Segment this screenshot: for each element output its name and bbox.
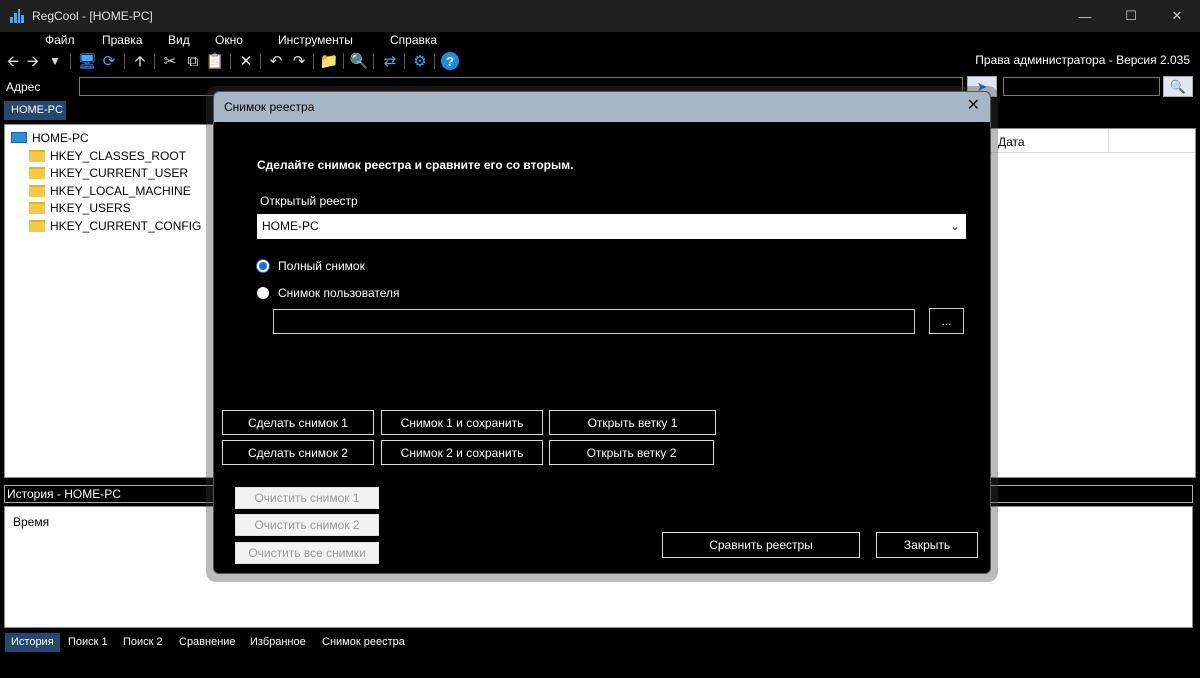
folder-icon: [29, 149, 45, 162]
tree-item-label: HKEY_CURRENT_USER: [50, 165, 189, 180]
copy-icon[interactable]: ⧉: [184, 52, 202, 70]
take-snapshot-1-button[interactable]: Сделать снимок 1: [222, 410, 374, 435]
cut-icon[interactable]: ✂: [161, 52, 179, 70]
menu-tools[interactable]: Инструменты: [278, 33, 353, 47]
tree-root-node[interactable]: HOME-PC: [11, 129, 89, 146]
folder-icon: [29, 166, 45, 179]
folder-icon: [29, 184, 45, 197]
folder-icon: [29, 219, 45, 232]
folder-icon: [29, 201, 45, 214]
radio-full-snapshot-label[interactable]: Полный снимок: [278, 259, 365, 273]
dropdown-icon[interactable]: ▼: [46, 52, 64, 70]
clear-all-snapshots-button[interactable]: Очистить все снимки: [235, 542, 379, 564]
menu-bar: Файл Правка Вид Окно Инструменты Справка: [0, 32, 1200, 50]
clear-snapshot-2-button[interactable]: Очистить снимок 2: [235, 514, 379, 536]
tree-item-hklm[interactable]: HKEY_LOCAL_MACHINE: [29, 182, 191, 199]
dialog-title: Снимок реестра: [224, 100, 315, 114]
tree-item-label: HKEY_LOCAL_MACHINE: [50, 183, 191, 198]
delete-icon[interactable]: ✕: [237, 52, 255, 70]
menu-help[interactable]: Справка: [390, 33, 437, 47]
forward-arrow-icon[interactable]: 🡪: [24, 52, 42, 70]
new-key-icon[interactable]: 📁: [320, 52, 339, 70]
radio-full-snapshot[interactable]: [257, 260, 269, 272]
app-logo-icon: [10, 9, 24, 23]
dialog-title-bar: Снимок реестра ✕: [214, 92, 990, 122]
chevron-down-icon: ⌄: [949, 219, 960, 233]
menu-view[interactable]: Вид: [168, 33, 190, 47]
dialog-heading: Сделайте снимок реестра и сравните его с…: [257, 158, 574, 172]
help-icon[interactable]: ?: [441, 52, 459, 70]
tree-item-label: HKEY_USERS: [50, 200, 131, 215]
tree-item-label: HKEY_CLASSES_ROOT: [50, 148, 187, 163]
bottom-tab-bar: История Поиск 1 Поиск 2 Сравнение Избран…: [0, 632, 1200, 654]
radio-user-snapshot-label[interactable]: Снимок пользователя: [278, 286, 400, 300]
snapshot-1-save-button[interactable]: Снимок 1 и сохранить: [381, 410, 543, 435]
settings-icon[interactable]: ⚙: [411, 52, 429, 70]
user-snapshot-path-input[interactable]: [273, 309, 915, 334]
opened-registry-value: HOME-PC: [262, 219, 319, 233]
tab-registry-snapshot[interactable]: Снимок реестра: [316, 633, 411, 652]
snapshot-2-save-button[interactable]: Снимок 2 и сохранить: [381, 440, 543, 465]
window-title: RegCool - [HOME-PC]: [32, 9, 153, 23]
search-input[interactable]: [1003, 77, 1160, 96]
clear-snapshot-1-button[interactable]: Очистить снимок 1: [235, 487, 379, 509]
open-branch-1-button[interactable]: Открыть ветку 1: [549, 410, 716, 435]
compare-icon[interactable]: ⇄: [381, 52, 399, 70]
up-arrow-icon[interactable]: 🡩: [131, 52, 149, 70]
title-bar: RegCool - [HOME-PC] — ☐ ✕: [0, 0, 1200, 32]
values-list: Дата: [990, 128, 1196, 478]
tab-compare[interactable]: Сравнение: [173, 633, 242, 652]
tab-search-2[interactable]: Поиск 2: [117, 633, 169, 652]
address-label: Адрес: [6, 80, 41, 94]
tree-item-hkcu[interactable]: HKEY_CURRENT_USER: [29, 164, 188, 181]
menu-edit[interactable]: Правка: [102, 33, 143, 47]
toolbar: 🡨 🡪 ▼ 🖥 ⟳ 🡩 ✂ ⧉ 📋 ✕ ↶ ↷ 📁 🔍 ⇄ ⚙ ? Права …: [0, 50, 1200, 72]
tree-item-hkcr[interactable]: HKEY_CLASSES_ROOT: [29, 147, 186, 164]
close-button[interactable]: Закрыть: [876, 532, 978, 558]
close-icon[interactable]: ✕: [967, 98, 980, 114]
open-branch-2-button[interactable]: Открыть ветку 2: [549, 440, 714, 465]
back-arrow-icon[interactable]: 🡨: [4, 52, 22, 70]
tree-item-hkcc[interactable]: HKEY_CURRENT_CONFIG: [29, 217, 201, 234]
redo-icon[interactable]: ↷: [290, 52, 308, 70]
search-button[interactable]: 🔍: [1163, 76, 1193, 97]
refresh-icon[interactable]: ⟳: [100, 52, 118, 70]
close-window-button[interactable]: ✕: [1154, 0, 1200, 32]
opened-registry-label: Открытый реестр: [260, 194, 358, 208]
computer-icon[interactable]: 🖥: [77, 52, 96, 70]
tree-root-label: HOME-PC: [32, 130, 89, 145]
tab-search-1[interactable]: Поиск 1: [62, 633, 114, 652]
tree-item-label: HKEY_CURRENT_CONFIG: [50, 218, 202, 233]
tab-favorites[interactable]: Избранное: [244, 633, 312, 652]
paste-icon[interactable]: 📋: [206, 52, 225, 70]
minimize-button[interactable]: —: [1062, 0, 1108, 32]
radio-user-snapshot[interactable]: [257, 287, 269, 299]
search-icon: 🔍: [1169, 78, 1187, 94]
computer-icon: [11, 132, 27, 143]
find-icon[interactable]: 🔍: [350, 52, 369, 70]
tree-item-hku[interactable]: HKEY_USERS: [29, 199, 131, 216]
opened-registry-select[interactable]: HOME-PC ⌄: [257, 214, 966, 239]
take-snapshot-2-button[interactable]: Сделать снимок 2: [222, 440, 374, 465]
tab-history[interactable]: История: [5, 633, 60, 652]
undo-icon[interactable]: ↶: [267, 52, 285, 70]
menu-file[interactable]: Файл: [45, 33, 75, 47]
admin-version-label: Права администратора - Версия 2.035: [975, 53, 1190, 67]
maximize-button[interactable]: ☐: [1108, 0, 1154, 32]
compare-registries-button[interactable]: Сравнить реестры: [662, 532, 860, 558]
browse-button[interactable]: ...: [929, 308, 964, 334]
registry-snapshot-dialog: Снимок реестра ✕ Сделайте снимок реестра…: [213, 91, 991, 574]
column-header-date[interactable]: Дата: [991, 129, 1109, 152]
tab-home-pc[interactable]: HOME-PC: [4, 101, 66, 120]
menu-window[interactable]: Окно: [215, 33, 243, 47]
column-header-time[interactable]: Время: [13, 515, 49, 529]
